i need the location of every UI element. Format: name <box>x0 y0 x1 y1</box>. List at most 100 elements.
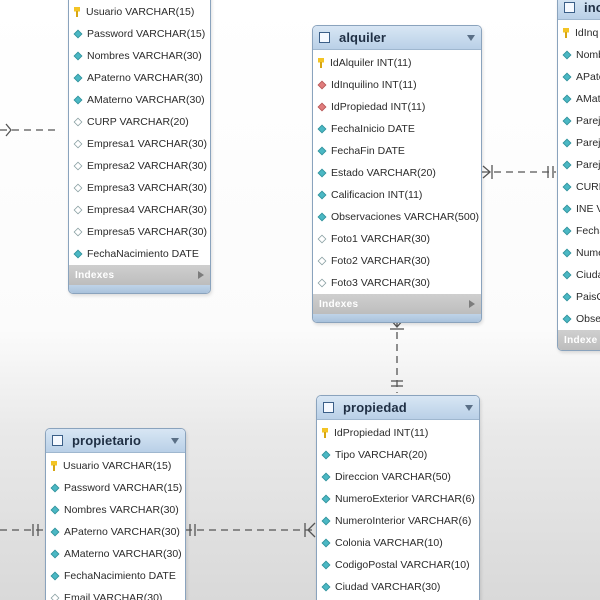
indexes-section[interactable]: Indexe <box>558 330 600 350</box>
table-inquilino[interactable]: inc IdInq Nomb APate AMat Parej Parej Pa… <box>557 0 600 351</box>
table-icon <box>52 435 63 446</box>
primary-key-icon <box>51 461 57 471</box>
column-row[interactable]: CURP <box>558 176 600 198</box>
column-row[interactable]: Nomb <box>558 44 600 66</box>
column-row[interactable]: FechaFin DATE <box>313 140 481 162</box>
column-not-null-icon <box>50 505 60 515</box>
column-row[interactable]: APaterno VARCHAR(30) <box>46 521 185 543</box>
table-icon <box>323 402 334 413</box>
column-row[interactable]: Empresa2 VARCHAR(30) <box>69 155 210 177</box>
column-row[interactable]: IdPropiedad INT(11) <box>313 96 481 118</box>
column-row[interactable]: FechaNacimiento DATE <box>46 565 185 587</box>
column-row[interactable]: IdAlquiler INT(11) <box>313 52 481 74</box>
column-row[interactable]: PaisO <box>558 286 600 308</box>
column-row[interactable]: AMaterno VARCHAR(30) <box>46 543 185 565</box>
column-nullable-icon <box>73 183 83 193</box>
column-row[interactable]: Fecha <box>558 220 600 242</box>
relationship-alquiler-propiedad[interactable] <box>390 319 404 393</box>
column-row[interactable]: Foto1 VARCHAR(30) <box>313 228 481 250</box>
column-row[interactable]: INE V <box>558 198 600 220</box>
primary-key-icon <box>563 28 569 38</box>
column-row[interactable]: CodigoPostal VARCHAR(10) <box>317 554 479 576</box>
column-row[interactable]: Obse <box>558 308 600 330</box>
relationship-usuario-left[interactable] <box>0 123 60 137</box>
usuario-columns: Usuario VARCHAR(15) Password VARCHAR(15)… <box>69 0 210 265</box>
collapse-arrow-icon[interactable] <box>467 34 475 41</box>
table-propietario[interactable]: propietario Usuario VARCHAR(15) Password… <box>45 428 186 600</box>
column-row[interactable]: Password VARCHAR(15) <box>69 23 210 45</box>
table-footer <box>69 285 210 293</box>
column-row[interactable]: FechaNacimiento DATE <box>69 243 210 265</box>
column-row[interactable]: Parej <box>558 154 600 176</box>
relationship-propietario-propiedad[interactable] <box>185 522 316 538</box>
column-row[interactable]: Nombres VARCHAR(30) <box>69 45 210 67</box>
column-not-null-icon <box>50 483 60 493</box>
column-not-null-icon <box>73 73 83 83</box>
expand-arrow-icon[interactable] <box>469 300 475 308</box>
column-row[interactable]: Usuario VARCHAR(15) <box>69 1 210 23</box>
column-row[interactable]: Ciudad VARCHAR(30) <box>317 576 479 598</box>
collapse-arrow-icon[interactable] <box>171 437 179 444</box>
column-row[interactable]: Observaciones VARCHAR(500) <box>313 206 481 228</box>
column-nullable-icon <box>73 161 83 171</box>
table-header[interactable]: propietario <box>46 429 185 453</box>
column-row[interactable]: NumeroExterior VARCHAR(6) <box>317 488 479 510</box>
table-usuario[interactable]: Usuario VARCHAR(15) Password VARCHAR(15)… <box>68 0 211 294</box>
column-row[interactable]: Colonia VARCHAR(10) <box>317 532 479 554</box>
column-row[interactable]: Empresa3 VARCHAR(30) <box>69 177 210 199</box>
table-icon <box>319 32 330 43</box>
relationship-propietario-left[interactable] <box>0 524 45 536</box>
table-header[interactable]: inc <box>558 0 600 20</box>
indexes-section[interactable]: Indexes <box>313 294 481 314</box>
column-row[interactable]: NumeroInterior VARCHAR(6) <box>317 510 479 532</box>
relationship-alquiler-inquilino[interactable] <box>482 165 556 179</box>
column-not-null-icon <box>562 160 572 170</box>
primary-key-icon <box>318 58 324 68</box>
table-alquiler[interactable]: alquiler IdAlquiler INT(11) IdInquilino … <box>312 25 482 323</box>
table-propiedad[interactable]: propiedad IdPropiedad INT(11) Tipo VARCH… <box>316 395 480 600</box>
column-row[interactable]: IdInquilino INT(11) <box>313 74 481 96</box>
column-row[interactable]: Empresa1 VARCHAR(30) <box>69 133 210 155</box>
column-row[interactable]: Empresa5 VARCHAR(30) <box>69 221 210 243</box>
column-row[interactable]: AMaterno VARCHAR(30) <box>69 89 210 111</box>
collapse-arrow-icon[interactable] <box>465 404 473 411</box>
column-row[interactable]: Usuario VARCHAR(15) <box>46 455 185 477</box>
column-nullable-icon <box>317 234 327 244</box>
column-row[interactable]: Foto2 VARCHAR(30) <box>313 250 481 272</box>
column-row[interactable]: Calificacion INT(11) <box>313 184 481 206</box>
column-row[interactable]: Ciuda <box>558 264 600 286</box>
primary-key-icon <box>74 7 80 17</box>
column-row[interactable]: Nombres VARCHAR(30) <box>46 499 185 521</box>
column-nullable-icon <box>317 278 327 288</box>
column-row[interactable]: IdPropiedad INT(11) <box>317 422 479 444</box>
column-row[interactable]: Password VARCHAR(15) <box>46 477 185 499</box>
column-row[interactable]: Direccion VARCHAR(50) <box>317 466 479 488</box>
column-not-null-icon <box>562 292 572 302</box>
column-row[interactable]: Parej <box>558 132 600 154</box>
column-row[interactable]: FechaInicio DATE <box>313 118 481 140</box>
column-row[interactable]: IdInq <box>558 22 600 44</box>
indexes-section[interactable]: Indexes <box>69 265 210 285</box>
er-diagram-canvas[interactable]: Usuario VARCHAR(15) Password VARCHAR(15)… <box>0 0 600 600</box>
column-row[interactable]: CURP VARCHAR(20) <box>69 111 210 133</box>
column-row[interactable]: Foto3 VARCHAR(30) <box>313 272 481 294</box>
column-not-null-icon <box>321 538 331 548</box>
table-header[interactable]: propiedad <box>317 396 479 420</box>
column-row[interactable]: APaterno VARCHAR(30) <box>69 67 210 89</box>
column-row[interactable]: AMat <box>558 88 600 110</box>
column-not-null-icon <box>317 212 327 222</box>
column-row[interactable]: Estado VARCHAR(20) <box>313 162 481 184</box>
column-not-null-icon <box>562 248 572 258</box>
column-row[interactable]: Tipo VARCHAR(20) <box>317 444 479 466</box>
expand-arrow-icon[interactable] <box>198 271 204 279</box>
column-row[interactable]: Email VARCHAR(30) <box>46 587 185 600</box>
column-row[interactable]: APate <box>558 66 600 88</box>
table-name: inc <box>584 0 600 15</box>
column-row[interactable]: Empresa4 VARCHAR(30) <box>69 199 210 221</box>
table-header[interactable]: alquiler <box>313 26 481 50</box>
inquilino-columns: IdInq Nomb APate AMat Parej Parej Parej … <box>558 20 600 330</box>
column-row[interactable]: Parej <box>558 110 600 132</box>
column-nullable-icon <box>50 593 60 600</box>
primary-key-icon <box>322 428 328 438</box>
column-row[interactable]: Nume <box>558 242 600 264</box>
